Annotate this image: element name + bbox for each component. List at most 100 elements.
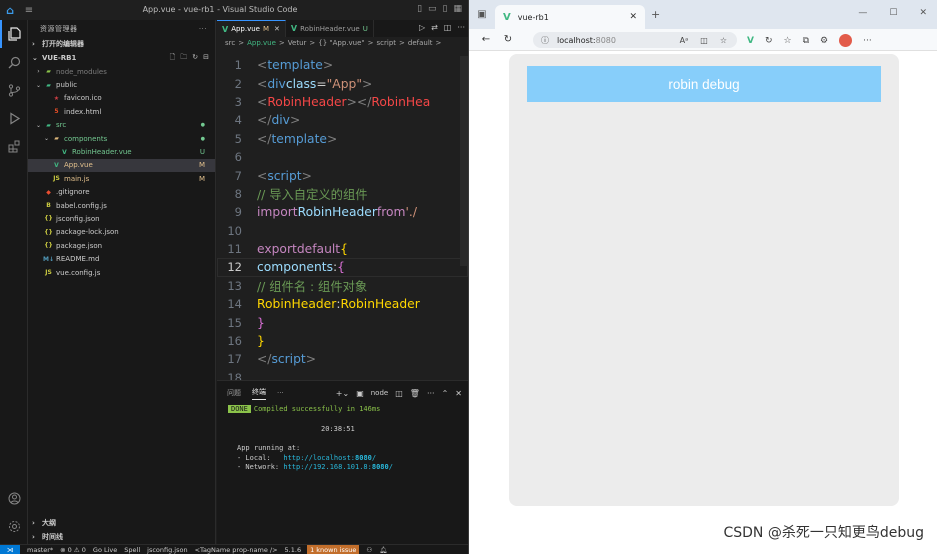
maximize-panel-icon[interactable]: ⌃ bbox=[442, 389, 449, 398]
local-url[interactable]: http://localhost: bbox=[283, 454, 355, 462]
tree-item[interactable]: › ▰ node_modules bbox=[28, 65, 215, 78]
search-icon[interactable] bbox=[0, 48, 28, 76]
browser-tab[interactable]: V vue-rb1 ✕ bbox=[495, 5, 645, 29]
breadcrumb-item[interactable]: default bbox=[408, 39, 433, 47]
tree-item[interactable]: {} package.json bbox=[28, 239, 215, 252]
new-folder-icon[interactable]: 🗀 bbox=[180, 53, 187, 64]
breadcrumb-item[interactable]: src bbox=[225, 39, 235, 47]
browser-menu-icon[interactable]: ··· bbox=[863, 36, 872, 46]
close-icon[interactable]: ✕ bbox=[274, 25, 280, 33]
tree-item[interactable]: JS vue.config.js bbox=[28, 266, 215, 279]
run-icon[interactable]: ▷ bbox=[419, 23, 425, 32]
split-terminal-icon[interactable]: ◫ bbox=[395, 389, 403, 398]
vue-devtools-icon[interactable]: V bbox=[747, 36, 754, 46]
maximize-icon[interactable]: ☐ bbox=[889, 8, 897, 18]
remote-icon[interactable]: ⋊ bbox=[0, 544, 20, 554]
settings-gear-icon[interactable] bbox=[0, 512, 28, 540]
customize-layout-icon[interactable]: ▦ bbox=[453, 4, 462, 14]
status-file[interactable]: jsconfig.json bbox=[147, 546, 187, 554]
breadcrumb-item[interactable]: {} "App.vue" bbox=[318, 39, 364, 47]
go-live-button[interactable]: Go Live bbox=[93, 546, 117, 554]
more-actions-icon[interactable]: ··· bbox=[199, 25, 207, 33]
profile-avatar[interactable] bbox=[839, 34, 853, 47]
tab-robinheader-vue[interactable]: V RobinHeader.vue U bbox=[286, 20, 374, 37]
project-section[interactable]: ⌄ VUE-RB1 🗋 🗀 ↻ ⊟ bbox=[28, 51, 215, 65]
open-editors-section[interactable]: › 打开的编辑器 bbox=[28, 37, 215, 51]
tag-hint[interactable]: <TagName prop-name /> bbox=[195, 546, 278, 554]
panel-more-icon[interactable]: ··· bbox=[277, 389, 284, 397]
code-area[interactable]: 1 < template > 2 < div class = "App" > 3 < Robin… bbox=[217, 56, 468, 380]
new-tab-icon[interactable]: + bbox=[651, 8, 660, 21]
tree-item[interactable]: M↓ README.md bbox=[28, 252, 215, 265]
address-bar[interactable]: ⓘ localhost:8080 Aᵃ ◫ ☆ bbox=[533, 32, 737, 48]
tree-item[interactable]: Bbabel.config.js bbox=[28, 199, 215, 212]
tree-item[interactable]: V RobinHeader.vue U bbox=[28, 145, 215, 158]
explorer-icon[interactable] bbox=[0, 20, 28, 48]
tree-item[interactable]: ⌄ ▰ components ● bbox=[28, 132, 215, 145]
feedback-icon[interactable]: ⚇ bbox=[366, 546, 372, 554]
status-bar: ⋊ master* ⊗ 0 ⚠ 0 Go Live Spell jsconfig… bbox=[0, 544, 468, 554]
close-panel-icon[interactable]: ✕ bbox=[455, 389, 462, 398]
shell-name[interactable]: node bbox=[371, 389, 388, 397]
split-editor-icon[interactable]: ◫ bbox=[444, 23, 452, 32]
tree-item[interactable]: ★ favicon.ico bbox=[28, 92, 215, 105]
more-actions-icon[interactable]: ··· bbox=[457, 23, 465, 32]
source-control-icon[interactable] bbox=[0, 76, 28, 104]
tab-problems[interactable]: 问题 bbox=[227, 388, 241, 398]
tree-item[interactable]: {} jsconfig.json bbox=[28, 212, 215, 225]
breadcrumb-item[interactable]: App.vue bbox=[247, 39, 276, 47]
extension-refresh-icon[interactable]: ↻ bbox=[765, 36, 773, 46]
tab-terminal[interactable]: 终端 bbox=[252, 387, 266, 400]
close-tab-icon[interactable]: ✕ bbox=[629, 12, 637, 22]
tree-item[interactable]: ⌄ ▰ src ● bbox=[28, 119, 215, 132]
tab-app-vue[interactable]: V App.vue M ✕ bbox=[217, 20, 286, 37]
network-url[interactable]: http://192.168.101.8: bbox=[283, 463, 372, 471]
breadcrumb-item[interactable]: Vetur bbox=[288, 39, 307, 47]
close-window-icon[interactable]: ✕ bbox=[919, 8, 927, 18]
code-token: export bbox=[257, 242, 297, 257]
breadcrumb-item[interactable]: script bbox=[377, 39, 397, 47]
timeline-section[interactable]: › 时间线 bbox=[28, 530, 216, 544]
new-file-icon[interactable]: 🗋 bbox=[170, 53, 176, 64]
account-icon[interactable] bbox=[0, 484, 28, 512]
favorite-star-icon[interactable]: ☆ bbox=[720, 36, 727, 45]
tree-item[interactable]: 5 index.html bbox=[28, 105, 215, 118]
toggle-secondary-icon[interactable]: ▯ bbox=[443, 4, 448, 14]
compare-icon[interactable]: ⇄ bbox=[431, 23, 438, 32]
refresh-icon[interactable]: ↻ bbox=[497, 34, 519, 45]
tree-item[interactable]: V App.vue M bbox=[28, 158, 215, 173]
refresh-icon[interactable]: ↻ bbox=[192, 53, 198, 64]
extensions-icon[interactable] bbox=[0, 132, 28, 160]
bell-icon[interactable]: 🔔︎ bbox=[379, 546, 387, 554]
collections-icon[interactable]: ⧉ bbox=[803, 36, 809, 46]
trash-icon[interactable]: 🗑 bbox=[410, 389, 420, 398]
problems-count[interactable]: ⊗ 0 ⚠ 0 bbox=[60, 546, 86, 554]
outline-section[interactable]: › 大纲 bbox=[28, 516, 216, 530]
minimize-icon[interactable]: — bbox=[858, 8, 867, 18]
reader-icon[interactable]: ◫ bbox=[700, 36, 708, 45]
favorites-icon[interactable]: ☆ bbox=[784, 36, 792, 46]
toggle-sidebar-icon[interactable]: ▯ bbox=[417, 4, 422, 14]
terminal-output[interactable]: DONE Compiled successfully in 146ms 20:38… bbox=[217, 405, 468, 473]
extensions-icon[interactable]: ⚙ bbox=[820, 36, 828, 46]
tree-item[interactable]: ◆ .gitignore bbox=[28, 186, 215, 199]
network-port[interactable]: 8080 bbox=[372, 463, 389, 471]
toggle-panel-icon[interactable]: ▭ bbox=[428, 4, 437, 14]
local-port[interactable]: 8080 bbox=[355, 454, 372, 462]
git-branch[interactable]: master* bbox=[27, 546, 53, 554]
collapse-all-icon[interactable]: ⊟ bbox=[203, 53, 209, 64]
minimap[interactable] bbox=[460, 56, 468, 266]
tree-item[interactable]: {} package-lock.json bbox=[28, 226, 215, 239]
tab-actions-icon[interactable]: ▣ bbox=[469, 9, 495, 20]
new-terminal-icon[interactable]: +⌄ bbox=[336, 389, 349, 398]
read-aloud-icon[interactable]: Aᵃ bbox=[680, 36, 689, 45]
back-icon[interactable]: ← bbox=[475, 34, 497, 45]
known-issue-badge[interactable]: 1 known issue bbox=[307, 544, 360, 554]
tree-item[interactable]: ⌄ ▰ public bbox=[28, 78, 215, 91]
more-actions-icon[interactable]: ··· bbox=[427, 389, 435, 398]
version-label[interactable]: 5.1.6 bbox=[285, 546, 302, 554]
info-icon[interactable]: ⓘ bbox=[541, 35, 549, 46]
spell-button[interactable]: Spell bbox=[124, 546, 140, 554]
tree-item[interactable]: JS main.js M bbox=[28, 172, 215, 185]
run-debug-icon[interactable] bbox=[0, 104, 28, 132]
